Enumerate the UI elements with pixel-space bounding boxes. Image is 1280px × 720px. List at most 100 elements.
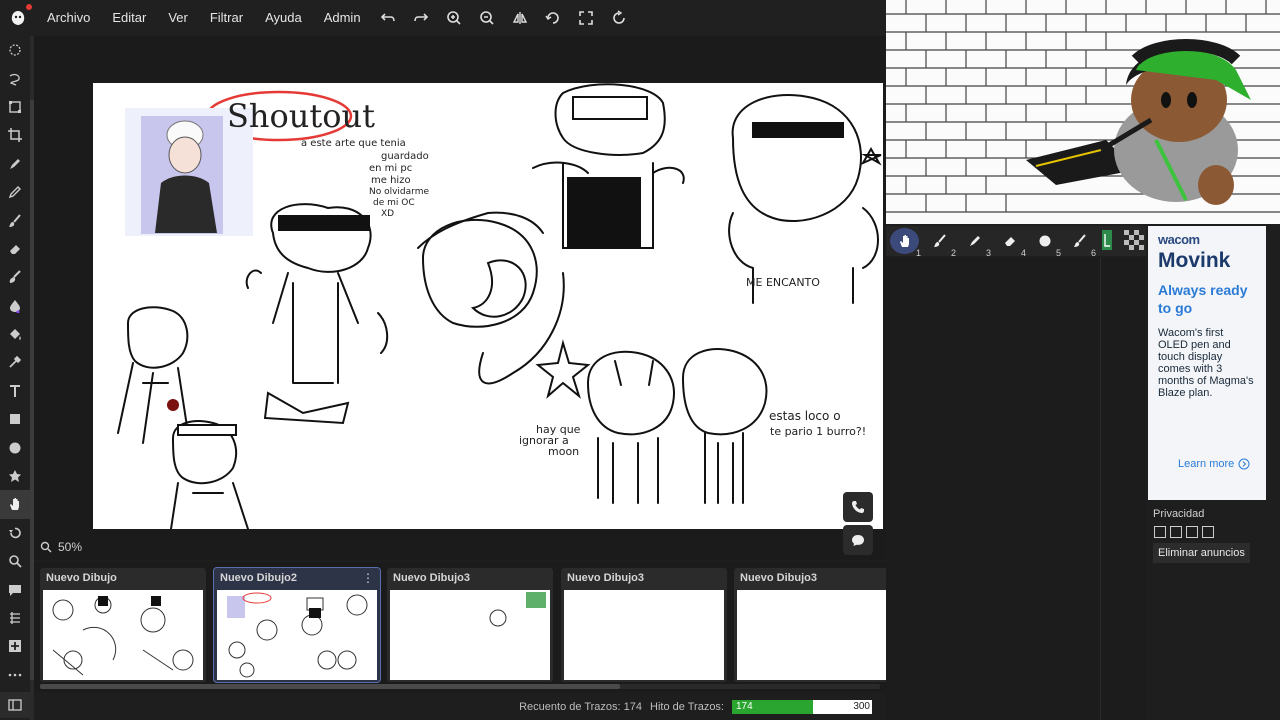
tool-crop[interactable]	[0, 121, 30, 149]
fullscreen-button[interactable]	[570, 0, 603, 36]
rotate-icon	[545, 12, 559, 24]
tool-smudge[interactable]	[0, 263, 30, 291]
tool-layers[interactable]	[0, 604, 30, 632]
scrollbar-thumb[interactable]	[40, 684, 620, 689]
drawing-canvas[interactable]: Shoutout a este arte que tenia guardado …	[93, 83, 883, 529]
thumbnail-title: Nuevo Dibujo3	[393, 572, 471, 584]
thumbnail-image	[737, 590, 886, 680]
brush-preset-6[interactable]: 6	[1065, 228, 1096, 258]
brush-preset-3[interactable]: 3	[960, 228, 991, 258]
tool-add[interactable]	[0, 632, 30, 660]
layout-icon[interactable]	[1202, 526, 1214, 538]
brush-preset-number: 4	[1020, 248, 1026, 258]
horizontal-scrollbar[interactable]	[40, 684, 880, 689]
layout-icon[interactable]	[1154, 526, 1166, 538]
layout-icon[interactable]	[1170, 526, 1182, 538]
panel-icon	[8, 699, 22, 711]
brush-preset-number: 2	[950, 248, 956, 258]
thumbnail-sketch	[227, 592, 368, 678]
brush-preset-4[interactable]: 4	[995, 228, 1026, 258]
left-toolbar	[0, 36, 30, 720]
ad-body: Wacom's first OLED pen and touch display…	[1158, 327, 1254, 399]
drawing-thumbnail[interactable]: Nuevo Dibujo3	[561, 568, 727, 682]
menu-ayuda[interactable]: Ayuda	[254, 0, 313, 36]
tool-lasso-select[interactable]	[0, 36, 30, 64]
chat-icon	[9, 584, 21, 596]
flip-button[interactable]	[504, 0, 537, 36]
tool-text[interactable]	[0, 377, 30, 405]
menu-filtrar[interactable]: Filtrar	[199, 0, 254, 36]
tool-fill[interactable]	[0, 320, 30, 348]
tool-pencil[interactable]	[0, 178, 30, 206]
tool-eyedropper[interactable]	[0, 348, 30, 376]
tool-blur[interactable]	[0, 292, 30, 320]
status-panel-button[interactable]	[0, 692, 30, 718]
tool-select-rect[interactable]	[0, 93, 30, 121]
thumbnail-image	[564, 590, 724, 680]
reset-rotation-icon	[613, 10, 625, 24]
brush-preset-number: 5	[1055, 248, 1061, 258]
rotate-button[interactable]	[537, 0, 570, 36]
brush-icon	[9, 213, 21, 227]
undo-icon	[380, 13, 395, 22]
brush-preset-1[interactable]: 1	[890, 228, 921, 258]
drawing-thumbnail[interactable]: Nuevo Dibujo3	[387, 568, 553, 682]
zoom-indicator[interactable]: 50%	[34, 538, 154, 556]
drawing-thumbnail-active[interactable]: Nuevo Dibujo2 ⋮	[213, 567, 381, 683]
tool-search[interactable]	[0, 547, 30, 575]
menu-archivo[interactable]: Archivo	[36, 0, 101, 36]
tool-lasso[interactable]	[0, 64, 30, 92]
redo-button[interactable]	[405, 0, 438, 36]
remove-ads-button[interactable]: Eliminar anuncios	[1153, 543, 1250, 563]
thumbnail-title: Nuevo Dibujo	[46, 572, 117, 584]
star-shape-icon	[9, 470, 21, 483]
thumbnail-sketch	[489, 592, 546, 627]
tool-hand[interactable]	[0, 490, 30, 519]
search-icon	[40, 541, 52, 553]
tool-undo[interactable]	[0, 519, 30, 547]
tool-circle[interactable]	[0, 433, 30, 461]
layer-preview[interactable]	[1100, 228, 1144, 252]
tool-more[interactable]	[0, 661, 30, 689]
advertisement[interactable]: wacom Movink Always ready to go Wacom's …	[1148, 226, 1266, 500]
thumbnail-image	[217, 590, 377, 680]
app-logo[interactable]	[0, 0, 36, 36]
drawing-thumbnail[interactable]: Nuevo Dibujo3	[734, 568, 886, 682]
drawing-thumbnail[interactable]: Nuevo Dibujo	[40, 568, 206, 682]
menu-editar[interactable]: Editar	[101, 0, 157, 36]
menu-admin[interactable]: Admin	[313, 0, 372, 36]
zoom-out-button[interactable]	[471, 0, 504, 36]
brush-preset-5[interactable]: 5	[1030, 228, 1061, 258]
hand-icon	[10, 498, 19, 511]
call-button[interactable]	[843, 492, 873, 522]
brush-preset-2[interactable]: 2	[925, 228, 956, 258]
chat-bubble-icon	[852, 535, 864, 546]
chat-button[interactable]	[843, 525, 873, 555]
zoom-in-button[interactable]	[438, 0, 471, 36]
canvas-note-7: XD	[381, 209, 395, 219]
canvas-te-pario: te pario 1 burro?!	[770, 425, 867, 438]
pencil-icon	[8, 186, 21, 199]
menu-ver[interactable]: Ver	[157, 0, 199, 36]
ad-learn-more-link[interactable]: Learn more	[1178, 458, 1250, 470]
tool-pen[interactable]	[0, 150, 30, 178]
ad-cta-label: Learn more	[1178, 458, 1235, 470]
right-panel: 1 2 3 4 5 6 wacom Movink Always ready to…	[886, 0, 1280, 720]
canvas-moon: moon	[548, 445, 580, 458]
layout-icon[interactable]	[1186, 526, 1198, 538]
fullscreen-icon	[579, 11, 593, 25]
tool-eraser[interactable]	[0, 235, 30, 263]
thumbnail-menu-icon[interactable]: ⋮	[362, 571, 374, 585]
stroke-progress-max: 300	[853, 701, 870, 712]
undo-button[interactable]	[372, 0, 405, 36]
tool-rect[interactable]	[0, 405, 30, 433]
shoutout-title: Shoutout	[227, 97, 375, 135]
hand-icon	[899, 235, 909, 247]
circle-shape-icon	[9, 442, 21, 454]
more-icon	[8, 673, 22, 677]
tool-brush[interactable]	[0, 206, 30, 234]
tool-chat[interactable]	[0, 575, 30, 603]
brush-icon	[933, 234, 946, 247]
tool-star[interactable]	[0, 462, 30, 490]
reset-rotation-button[interactable]	[603, 0, 636, 36]
